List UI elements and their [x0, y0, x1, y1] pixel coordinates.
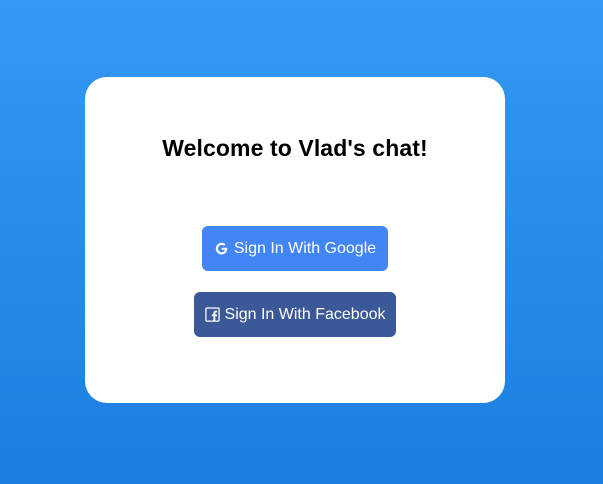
facebook-sign-in-label: Sign In With Facebook	[224, 305, 386, 323]
page-title: Welcome to Vlad's chat!	[162, 135, 428, 161]
login-card: Welcome to Vlad's chat! Sign In With Goo…	[85, 77, 505, 403]
google-icon	[214, 241, 229, 256]
google-sign-in-button[interactable]: Sign In With Google	[202, 226, 388, 271]
facebook-icon	[204, 307, 220, 322]
google-sign-in-label: Sign In With Google	[233, 239, 377, 257]
page-background: { "card": { "title": "Welcome to Vlad's …	[0, 0, 603, 484]
facebook-sign-in-button[interactable]: Sign In With Facebook	[194, 292, 396, 337]
